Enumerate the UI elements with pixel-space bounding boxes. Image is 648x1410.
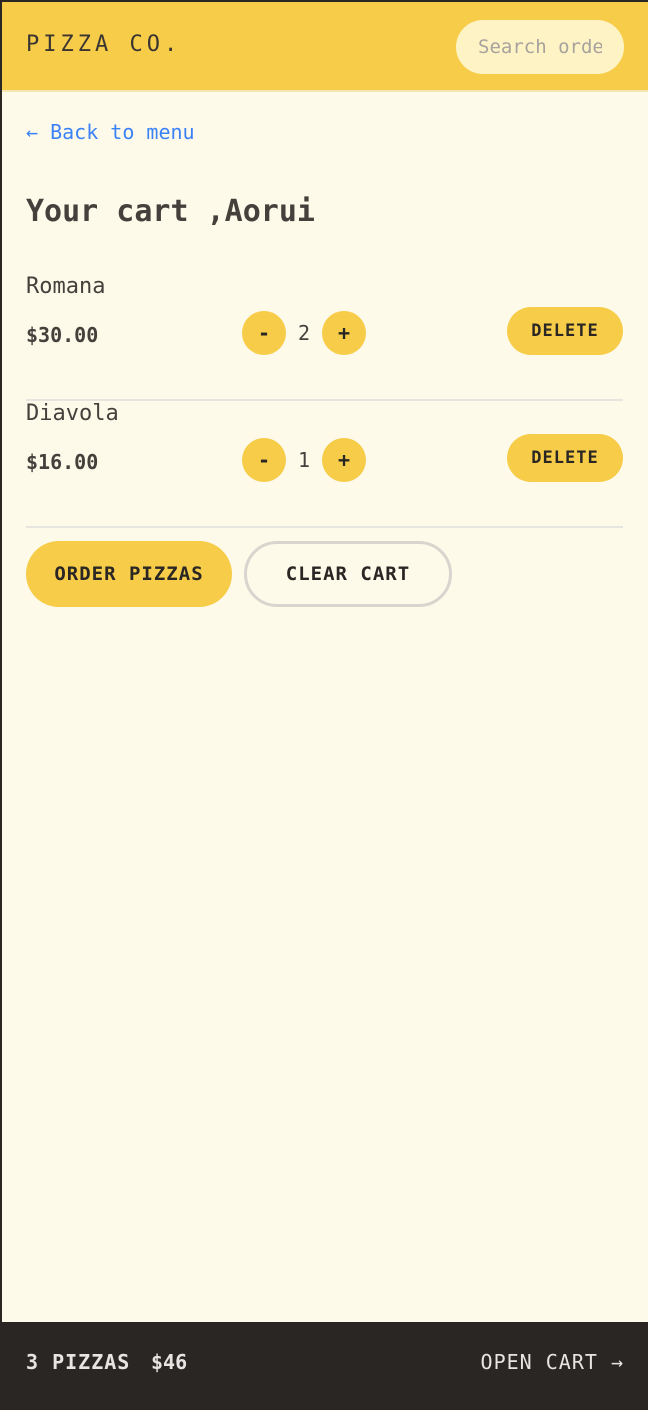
decrease-quantity-button[interactable]: - bbox=[242, 311, 286, 355]
cart-total-price: $46 bbox=[151, 1350, 188, 1374]
page-title: Your cart ,Aorui bbox=[26, 194, 315, 229]
item-name: Romana bbox=[26, 274, 106, 299]
cart-pizza-count: 3 PIZZAS bbox=[26, 1350, 131, 1374]
cart-item: Romana $30.00 - 2 + DELETE bbox=[26, 274, 623, 401]
delete-item-button[interactable]: DELETE bbox=[507, 434, 623, 482]
header: PIZZA CO. bbox=[2, 2, 648, 92]
brand-logo[interactable]: PIZZA CO. bbox=[26, 32, 181, 57]
increase-quantity-button[interactable]: + bbox=[322, 438, 366, 482]
item-quantity: 2 bbox=[297, 321, 311, 345]
order-pizzas-button[interactable]: ORDER PIZZAS bbox=[26, 541, 232, 607]
search-input[interactable] bbox=[456, 20, 624, 74]
back-to-menu-link[interactable]: ← Back to menu bbox=[26, 120, 195, 144]
decrease-quantity-button[interactable]: - bbox=[242, 438, 286, 482]
open-cart-link[interactable]: OPEN CART → bbox=[481, 1350, 624, 1374]
increase-quantity-button[interactable]: + bbox=[322, 311, 366, 355]
item-quantity: 1 bbox=[297, 448, 311, 472]
cart-item: Diavola $16.00 - 1 + DELETE bbox=[26, 401, 623, 528]
cart-overview-bar: 3 PIZZAS $46 OPEN CART → bbox=[2, 1322, 648, 1410]
item-price: $16.00 bbox=[26, 450, 99, 474]
item-price: $30.00 bbox=[26, 323, 99, 347]
clear-cart-button[interactable]: CLEAR CART bbox=[244, 541, 452, 607]
item-name: Diavola bbox=[26, 401, 119, 426]
delete-item-button[interactable]: DELETE bbox=[507, 307, 623, 355]
app-frame: PIZZA CO. ← Back to menu Your cart ,Aoru… bbox=[2, 2, 648, 1410]
